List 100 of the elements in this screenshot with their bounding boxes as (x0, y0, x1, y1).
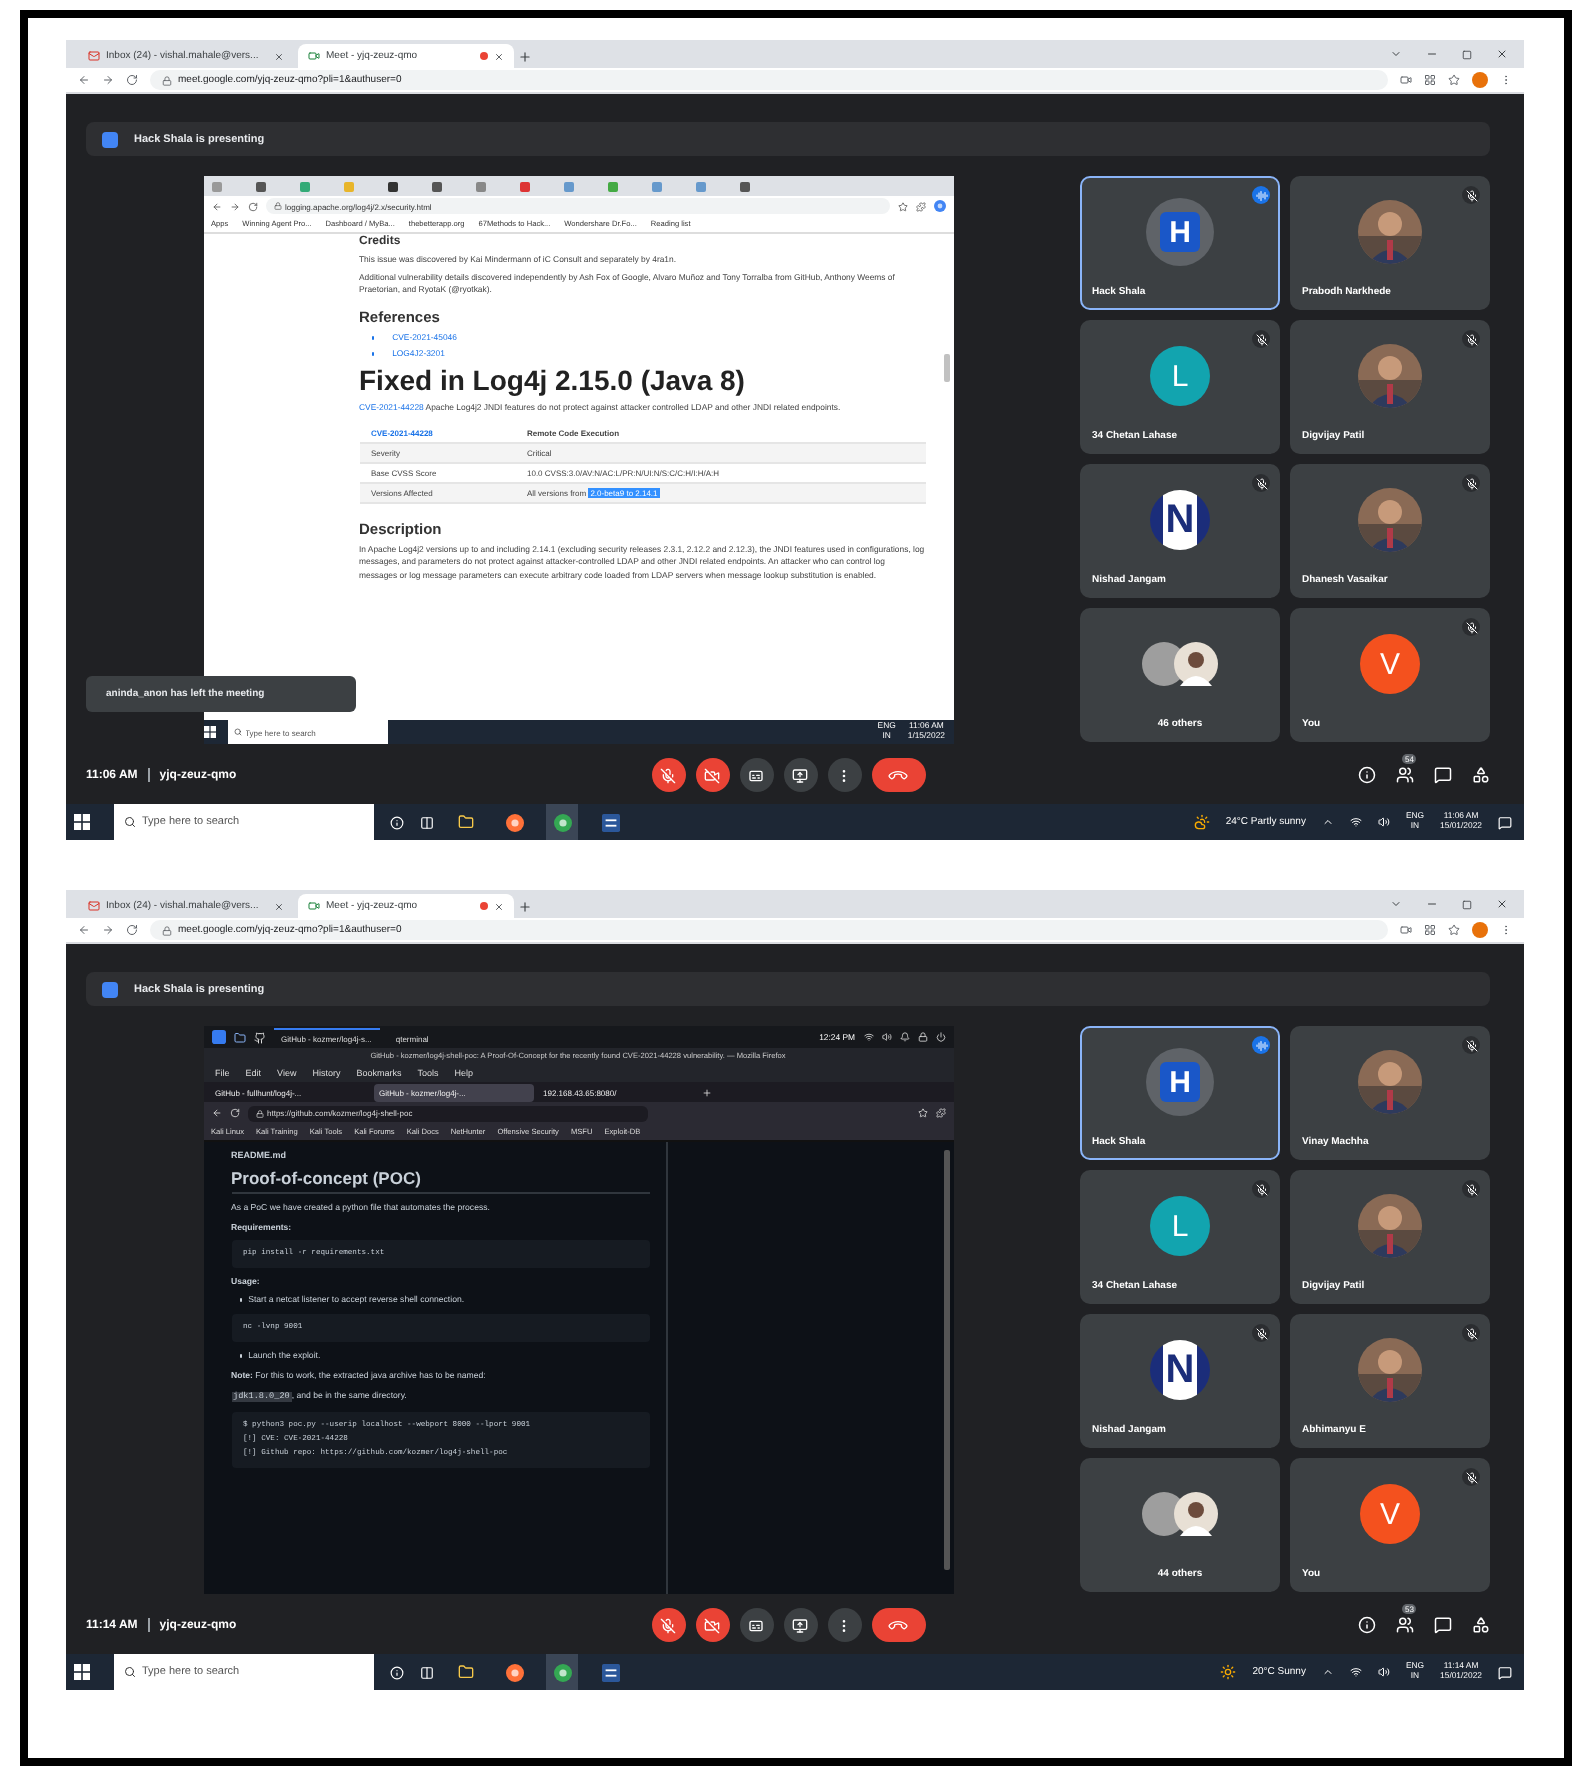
star-icon[interactable] (1448, 924, 1460, 936)
folder-icon[interactable] (233, 1031, 245, 1043)
search-icon (233, 728, 241, 736)
volume-icon[interactable] (1377, 1666, 1390, 1678)
people-icon[interactable] (1396, 766, 1414, 784)
notifications-icon[interactable] (1498, 815, 1512, 829)
people-icon[interactable] (1396, 1616, 1414, 1634)
video-icon (308, 900, 320, 912)
video-icon (308, 50, 320, 62)
chat-icon[interactable] (1434, 1616, 1452, 1634)
tray-chevron-icon[interactable] (1321, 816, 1334, 828)
logo-avatar: H (1146, 198, 1214, 266)
mic-button[interactable] (651, 1608, 685, 1642)
star-icon[interactable] (897, 201, 907, 211)
avatar-group-icon (1140, 640, 1220, 688)
mic-off-icon (660, 767, 676, 783)
network-icon[interactable] (1349, 816, 1362, 828)
hang-up-button[interactable] (871, 758, 925, 792)
page-heading: Fixed in Log4j 2.15.0 (Java 8) (359, 364, 747, 397)
present-screen-icon (792, 767, 808, 783)
avatar-group-icon (1140, 1490, 1220, 1538)
activities-icon[interactable] (1472, 1616, 1490, 1634)
maximize-icon[interactable] (1462, 899, 1472, 909)
profile-icon[interactable] (1472, 72, 1488, 88)
lock-icon (917, 1032, 927, 1042)
forward-icon[interactable] (229, 201, 239, 211)
grid-icon[interactable] (1424, 74, 1436, 86)
close-icon[interactable] (1496, 898, 1508, 910)
mail-icon (88, 900, 100, 912)
logo-avatar: N (1150, 490, 1210, 550)
chrome-icon[interactable] (553, 813, 571, 831)
extensions-icon[interactable] (915, 201, 925, 211)
folder-icon[interactable] (458, 814, 474, 830)
activities-icon[interactable] (1472, 766, 1490, 784)
present-button[interactable] (783, 758, 817, 792)
forward-icon[interactable] (102, 924, 114, 936)
camera-button[interactable] (695, 1608, 729, 1642)
new-tab-icon[interactable] (518, 900, 532, 914)
back-icon[interactable] (211, 1108, 221, 1118)
task-view-icon[interactable] (420, 1665, 434, 1679)
task-view-icon[interactable] (420, 815, 434, 829)
firefox-icon[interactable] (505, 1663, 523, 1681)
reload-icon[interactable] (126, 924, 138, 936)
lock-icon (162, 925, 172, 935)
info-icon[interactable] (1358, 1616, 1376, 1634)
camera-icon[interactable] (1400, 924, 1412, 936)
reload-icon[interactable] (247, 201, 257, 211)
new-tab-icon[interactable] (701, 1087, 711, 1097)
bell-icon (899, 1032, 909, 1042)
volume-icon (881, 1032, 891, 1042)
windows-logo-icon[interactable] (74, 814, 90, 830)
folder-icon[interactable] (458, 1664, 474, 1680)
chat-icon[interactable] (1434, 766, 1452, 784)
chrome-icon[interactable] (553, 1663, 571, 1681)
reload-icon[interactable] (126, 74, 138, 86)
network-icon[interactable] (1349, 1666, 1362, 1678)
star-icon[interactable] (1448, 74, 1460, 86)
windows-logo-icon[interactable] (74, 1664, 90, 1680)
info-icon[interactable] (1358, 766, 1376, 784)
forward-icon[interactable] (102, 74, 114, 86)
tray-chevron-icon[interactable] (1321, 1666, 1334, 1678)
maximize-icon[interactable] (1462, 49, 1472, 59)
scrollbar[interactable] (943, 354, 949, 382)
captions-button[interactable] (739, 758, 773, 792)
back-icon[interactable] (211, 201, 221, 211)
notifications-icon[interactable] (1498, 1665, 1512, 1679)
document-app-icon[interactable] (601, 813, 619, 831)
wifi-icon (863, 1032, 873, 1042)
lock-icon (162, 75, 172, 85)
captions-button[interactable] (739, 1608, 773, 1642)
sun-icon (1220, 1664, 1237, 1680)
logo-avatar: H (1146, 1048, 1214, 1116)
document-app-icon[interactable] (601, 1663, 619, 1681)
firefox-icon[interactable] (505, 813, 523, 831)
mic-off-icon (660, 1617, 676, 1633)
letter-avatar: L (1150, 346, 1210, 406)
back-icon[interactable] (78, 74, 90, 86)
lock-icon (273, 202, 281, 210)
profile-icon[interactable] (933, 200, 945, 212)
mic-button[interactable] (651, 758, 685, 792)
back-icon[interactable] (78, 924, 90, 936)
present-button[interactable] (783, 1608, 817, 1642)
camera-off-icon (704, 767, 720, 783)
close-icon[interactable] (1496, 48, 1508, 60)
hang-up-button[interactable] (871, 1608, 925, 1642)
grid-icon[interactable] (1424, 924, 1436, 936)
profile-icon[interactable] (1472, 922, 1488, 938)
kali-menu-icon[interactable] (211, 1030, 225, 1044)
readme-heading: Proof-of-concept (POC) (231, 1168, 649, 1194)
letter-avatar: V (1360, 1484, 1420, 1544)
volume-icon[interactable] (1377, 816, 1390, 828)
mail-icon (88, 50, 100, 62)
windows-logo-icon[interactable] (203, 726, 215, 738)
new-tab-icon[interactable] (518, 50, 532, 64)
scrollbar[interactable] (943, 1150, 949, 1570)
camera-icon[interactable] (1400, 74, 1412, 86)
camera-button[interactable] (695, 758, 729, 792)
power-icon[interactable] (935, 1032, 945, 1042)
camera-off-icon (704, 1617, 720, 1633)
github-icon[interactable] (253, 1031, 265, 1043)
